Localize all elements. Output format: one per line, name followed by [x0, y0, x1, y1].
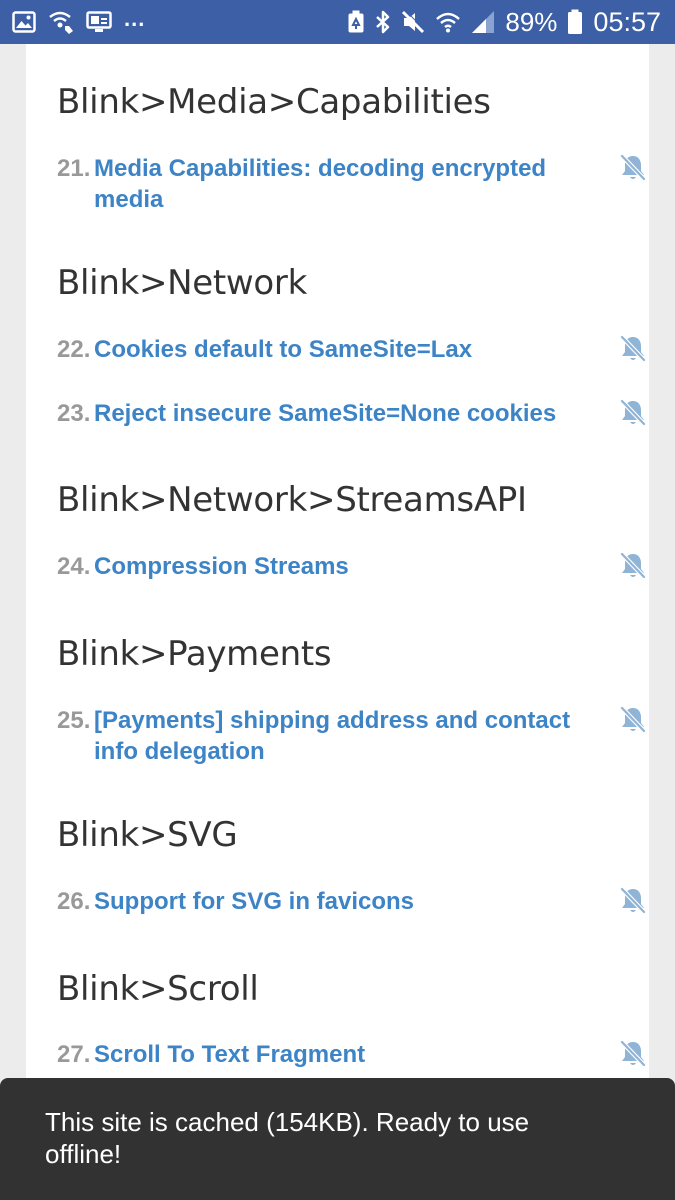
- image-icon: [12, 11, 36, 33]
- bell-off-icon[interactable]: [619, 705, 647, 735]
- battery-icon: [567, 9, 583, 35]
- feature-link[interactable]: Compression Streams: [94, 551, 584, 582]
- snackbar-message: This site is cached (154KB). Ready to us…: [45, 1107, 530, 1169]
- section-title: Blink>Network>StreamsAPI: [57, 480, 527, 520]
- section-title: Blink>Media>Capabilities: [57, 82, 491, 122]
- signal-icon: [471, 10, 495, 34]
- status-bar: ... 89% 05:57: [0, 0, 675, 44]
- bell-off-icon[interactable]: [619, 1039, 647, 1069]
- feature-item: 25. [Payments] shipping address and cont…: [57, 705, 647, 767]
- feature-link[interactable]: Support for SVG in favicons: [94, 886, 584, 917]
- cast-icon: [86, 11, 112, 33]
- bell-off-icon[interactable]: [619, 886, 647, 916]
- wifi-calling-icon: [48, 10, 74, 34]
- feature-link[interactable]: Reject insecure SameSite=None cookies: [94, 398, 584, 429]
- bell-off-icon[interactable]: [619, 153, 647, 183]
- feature-link[interactable]: Media Capabilities: decoding encrypted m…: [94, 153, 584, 215]
- bluetooth-icon: [375, 10, 391, 34]
- section-title: Blink>SVG: [57, 815, 238, 855]
- notification-overflow: ...: [124, 6, 146, 31]
- status-bar-left: ...: [12, 6, 157, 34]
- offline-cache-snackbar: This site is cached (154KB). Ready to us…: [0, 1078, 675, 1200]
- bell-off-icon[interactable]: [619, 334, 647, 364]
- mute-icon: [401, 10, 426, 34]
- feature-link[interactable]: [Payments] shipping address and contact …: [94, 705, 584, 767]
- item-number: 21.: [57, 155, 91, 182]
- feature-item: 24. Compression Streams: [57, 551, 647, 582]
- item-number: 27.: [57, 1041, 91, 1068]
- feature-item: 27. Scroll To Text Fragment: [57, 1039, 647, 1070]
- feature-item: 22. Cookies default to SameSite=Lax: [57, 334, 647, 365]
- clock: 05:57: [593, 6, 661, 37]
- feature-item: 21. Media Capabilities: decoding encrypt…: [57, 153, 647, 215]
- feature-link[interactable]: Scroll To Text Fragment: [94, 1039, 584, 1070]
- section-title: Blink>Payments: [57, 634, 332, 674]
- bell-off-icon[interactable]: [619, 551, 647, 581]
- section-title: Blink>Scroll: [57, 969, 259, 1009]
- bell-off-icon[interactable]: [619, 398, 647, 428]
- feature-item: 23. Reject insecure SameSite=None cookie…: [57, 398, 647, 429]
- item-number: 24.: [57, 553, 91, 580]
- content-card: Blink>Media>Capabilities 21. Media Capab…: [26, 44, 649, 1200]
- status-bar-right: 89% 05:57: [337, 7, 661, 38]
- battery-saver-icon: [347, 10, 365, 34]
- section-title: Blink>Network: [57, 263, 308, 303]
- item-number: 23.: [57, 400, 91, 427]
- wifi-icon: [435, 11, 461, 33]
- item-number: 26.: [57, 888, 91, 915]
- item-number: 22.: [57, 336, 91, 363]
- item-number: 25.: [57, 707, 91, 734]
- battery-percent: 89%: [505, 6, 558, 37]
- feature-link[interactable]: Cookies default to SameSite=Lax: [94, 334, 584, 365]
- feature-item: 26. Support for SVG in favicons: [57, 886, 647, 917]
